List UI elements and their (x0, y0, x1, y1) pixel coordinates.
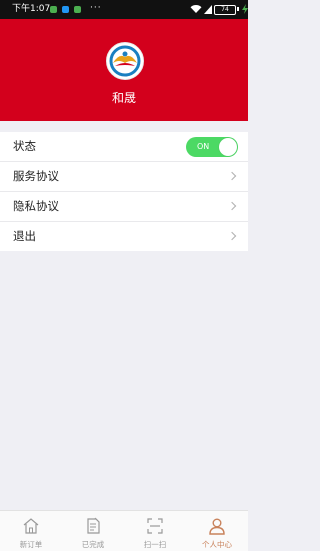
status-bar: 下午1:07 ··· 74 (0, 0, 248, 19)
scan-icon (147, 518, 163, 534)
tab-completed[interactable]: 已完成 (62, 511, 124, 551)
settings-row-logout[interactable]: 退出 (0, 222, 248, 251)
notification-app-icon (62, 6, 69, 13)
logout-label: 退出 (13, 229, 36, 243)
status-time: 下午1:07 (12, 4, 51, 14)
settings-list: 状态 ON 服务协议 隐私协议 退出 (0, 132, 248, 251)
bottom-tab-bar: 新订单 已完成 扫一扫 个人中心 (0, 510, 248, 551)
battery-tip (237, 7, 239, 11)
settings-row-service-agreement[interactable]: 服务协议 (0, 162, 248, 192)
chevron-right-icon (227, 171, 237, 181)
settings-row-status: 状态 ON (0, 132, 248, 162)
company-logo-icon (109, 45, 141, 77)
profile-header: 和晟 (0, 19, 248, 121)
avatar[interactable] (106, 42, 144, 80)
status-label: 状态 (13, 139, 36, 153)
section-spacer (0, 121, 248, 132)
charging-icon (242, 4, 248, 14)
tab-label: 个人中心 (202, 540, 232, 549)
tab-label: 新订单 (19, 540, 43, 549)
document-icon (87, 517, 100, 534)
signal-icon (204, 5, 212, 14)
tab-profile[interactable]: 个人中心 (186, 511, 248, 551)
more-notifications-indicator: ··· (90, 3, 102, 13)
settings-row-privacy-agreement[interactable]: 隐私协议 (0, 192, 248, 222)
service-agreement-label: 服务协议 (13, 169, 59, 183)
chevron-right-icon (227, 231, 237, 241)
battery-icon: 74 (214, 5, 236, 15)
battery-level: 74 (221, 6, 229, 13)
tab-new-orders[interactable]: 新订单 (0, 511, 62, 551)
privacy-agreement-label: 隐私协议 (13, 199, 59, 213)
chevron-right-icon (227, 201, 237, 211)
tab-label: 扫一扫 (143, 540, 167, 549)
person-icon (209, 518, 225, 535)
toggle-knob (219, 138, 237, 156)
tab-scan[interactable]: 扫一扫 (124, 511, 186, 551)
wifi-icon (190, 5, 202, 13)
notification-app-icon (74, 6, 81, 13)
tab-label: 已完成 (81, 540, 105, 549)
notification-app-icon (50, 6, 57, 13)
status-toggle[interactable]: ON (186, 137, 238, 157)
user-name: 和晟 (111, 91, 136, 105)
home-icon (23, 518, 39, 534)
toggle-state-text: ON (197, 142, 210, 151)
